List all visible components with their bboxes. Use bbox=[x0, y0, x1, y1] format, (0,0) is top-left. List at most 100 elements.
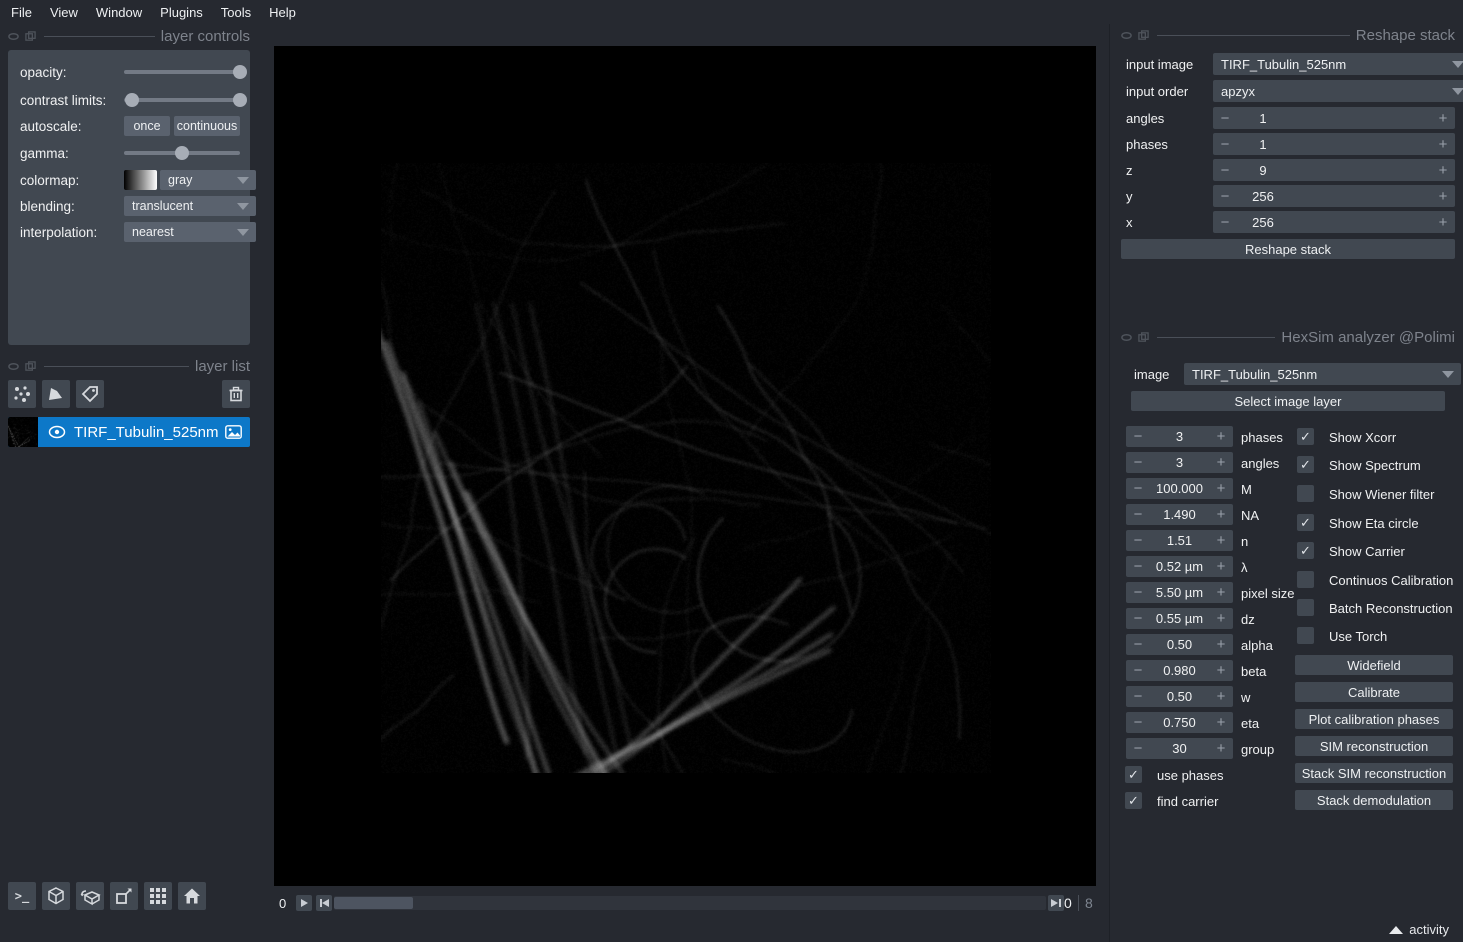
increment-icon[interactable]: + bbox=[1211, 738, 1231, 759]
hexsim-dz-value[interactable]: 0.55 µm bbox=[1146, 608, 1213, 629]
eye-visibility-icon[interactable] bbox=[48, 425, 66, 439]
phases-value[interactable]: 1 bbox=[1233, 133, 1293, 155]
hexsim-eta-spinbox[interactable]: − 0.750 + bbox=[1126, 712, 1233, 733]
increment-icon[interactable]: + bbox=[1211, 608, 1231, 629]
x-value[interactable]: 256 bbox=[1233, 211, 1293, 233]
transpose-dimensions-button[interactable] bbox=[110, 882, 138, 910]
contrast-high-handle[interactable] bbox=[233, 93, 247, 107]
increment-icon[interactable]: + bbox=[1211, 504, 1231, 525]
use-torch-checkbox[interactable] bbox=[1297, 627, 1314, 644]
increment-icon[interactable]: + bbox=[1211, 452, 1231, 473]
increment-icon[interactable]: + bbox=[1211, 712, 1231, 733]
increment-icon[interactable]: + bbox=[1211, 556, 1231, 577]
hexsim-beta-spinbox[interactable]: − 0.980 + bbox=[1126, 660, 1233, 681]
decrement-icon[interactable]: − bbox=[1215, 107, 1235, 129]
hexsim-alpha-value[interactable]: 0.50 bbox=[1146, 634, 1213, 655]
decrement-icon[interactable]: − bbox=[1128, 686, 1148, 707]
contrast-limits-slider[interactable] bbox=[124, 90, 240, 110]
decrement-icon[interactable]: − bbox=[1128, 634, 1148, 655]
new-shapes-layer-button[interactable] bbox=[42, 380, 70, 408]
z-value[interactable]: 9 bbox=[1233, 159, 1293, 181]
hexsim-phases-value[interactable]: 3 bbox=[1146, 426, 1213, 447]
grid-view-button[interactable] bbox=[144, 882, 172, 910]
hide-panel-icon[interactable] bbox=[8, 361, 19, 372]
frame-slider-track[interactable] bbox=[334, 896, 1046, 910]
hexsim-phases-spinbox[interactable]: − 3 + bbox=[1126, 426, 1233, 447]
new-labels-layer-button[interactable] bbox=[76, 380, 104, 408]
stack-demodulation-button[interactable]: Stack demodulation bbox=[1295, 790, 1453, 810]
decrement-icon[interactable]: − bbox=[1215, 159, 1235, 181]
hexsim-group-value[interactable]: 30 bbox=[1146, 738, 1213, 759]
hexsim-alpha-spinbox[interactable]: − 0.50 + bbox=[1126, 634, 1233, 655]
hexsim-angles-value[interactable]: 3 bbox=[1146, 452, 1213, 473]
increment-icon[interactable]: + bbox=[1211, 530, 1231, 551]
hexsim-lambda-spinbox[interactable]: − 0.52 µm + bbox=[1126, 556, 1233, 577]
decrement-icon[interactable]: − bbox=[1128, 426, 1148, 447]
plot-calibration-phases-button[interactable]: Plot calibration phases bbox=[1295, 709, 1453, 729]
decrement-icon[interactable]: − bbox=[1128, 582, 1148, 603]
play-button[interactable] bbox=[296, 895, 312, 911]
show-spectrum-checkbox[interactable]: ✓ bbox=[1297, 456, 1314, 473]
hexsim-image-combobox[interactable]: TIRF_Tubulin_525nm bbox=[1184, 363, 1461, 385]
hide-panel-icon[interactable] bbox=[8, 31, 19, 42]
hide-panel-icon[interactable] bbox=[1121, 30, 1132, 41]
opacity-slider[interactable] bbox=[124, 62, 240, 82]
show-xcorr-checkbox[interactable]: ✓ bbox=[1297, 428, 1314, 445]
input-image-combobox[interactable]: TIRF_Tubulin_525nm bbox=[1213, 53, 1463, 75]
continuos-calibration-checkbox[interactable] bbox=[1297, 571, 1314, 588]
float-panel-icon[interactable] bbox=[25, 31, 36, 42]
use-phases-checkbox[interactable]: ✓ bbox=[1125, 766, 1142, 783]
panel-splitter[interactable] bbox=[1109, 24, 1110, 942]
increment-icon[interactable]: + bbox=[1433, 133, 1453, 155]
float-panel-icon[interactable] bbox=[25, 361, 36, 372]
hexsim-eta-value[interactable]: 0.750 bbox=[1146, 712, 1213, 733]
hexsim-na-value[interactable]: 1.490 bbox=[1146, 504, 1213, 525]
hexsim-dz-spinbox[interactable]: − 0.55 µm + bbox=[1126, 608, 1233, 629]
hexsim-w-value[interactable]: 0.50 bbox=[1146, 686, 1213, 707]
decrement-icon[interactable]: − bbox=[1215, 185, 1235, 207]
increment-icon[interactable]: + bbox=[1433, 107, 1453, 129]
decrement-icon[interactable]: − bbox=[1128, 478, 1148, 499]
sim-reconstruction-button[interactable]: SIM reconstruction bbox=[1295, 736, 1453, 756]
y-spinbox[interactable]: − 256 + bbox=[1213, 185, 1455, 207]
hexsim-na-spinbox[interactable]: − 1.490 + bbox=[1126, 504, 1233, 525]
hexsim-beta-value[interactable]: 0.980 bbox=[1146, 660, 1213, 681]
decrement-icon[interactable]: − bbox=[1128, 738, 1148, 759]
angles-value[interactable]: 1 bbox=[1233, 107, 1293, 129]
roll-dimensions-button[interactable] bbox=[76, 882, 104, 910]
decrement-icon[interactable]: − bbox=[1128, 712, 1148, 733]
gamma-slider-handle[interactable] bbox=[175, 146, 189, 160]
reshape-stack-button[interactable]: Reshape stack bbox=[1121, 239, 1455, 259]
delete-layer-button[interactable] bbox=[222, 380, 250, 408]
hexsim-m-spinbox[interactable]: − 100.000 + bbox=[1126, 478, 1233, 499]
show-carrier-checkbox[interactable]: ✓ bbox=[1297, 542, 1314, 559]
increment-icon[interactable]: + bbox=[1211, 660, 1231, 681]
angles-spinbox[interactable]: − 1 + bbox=[1213, 107, 1455, 129]
decrement-icon[interactable]: − bbox=[1215, 133, 1235, 155]
opacity-slider-track[interactable] bbox=[124, 70, 240, 74]
home-reset-view-button[interactable] bbox=[178, 882, 206, 910]
show-wiener-filter-checkbox[interactable] bbox=[1297, 485, 1314, 502]
hexsim-pixelsize-spinbox[interactable]: − 5.50 µm + bbox=[1126, 582, 1233, 603]
skip-to-end-button[interactable] bbox=[1048, 895, 1064, 911]
hexsim-n-value[interactable]: 1.51 bbox=[1146, 530, 1213, 551]
hexsim-w-spinbox[interactable]: − 0.50 + bbox=[1126, 686, 1233, 707]
decrement-icon[interactable]: − bbox=[1128, 504, 1148, 525]
hexsim-group-spinbox[interactable]: − 30 + bbox=[1126, 738, 1233, 759]
layer-row-tirf-tubulin[interactable]: TIRF_Tubulin_525nm bbox=[8, 417, 250, 447]
float-panel-icon[interactable] bbox=[1138, 30, 1149, 41]
autoscale-continuous-button[interactable]: continuous bbox=[174, 116, 240, 136]
increment-icon[interactable]: + bbox=[1433, 185, 1453, 207]
toggle-ndisplay-button[interactable] bbox=[42, 882, 70, 910]
hexsim-pixelsize-value[interactable]: 5.50 µm bbox=[1146, 582, 1213, 603]
hexsim-n-spinbox[interactable]: − 1.51 + bbox=[1126, 530, 1233, 551]
decrement-icon[interactable]: − bbox=[1215, 211, 1235, 233]
menu-window[interactable]: Window bbox=[87, 5, 151, 20]
find-carrier-checkbox[interactable]: ✓ bbox=[1125, 792, 1142, 809]
menu-view[interactable]: View bbox=[41, 5, 87, 20]
hexsim-lambda-value[interactable]: 0.52 µm bbox=[1146, 556, 1213, 577]
batch-reconstruction-checkbox[interactable] bbox=[1297, 599, 1314, 616]
contrast-low-handle[interactable] bbox=[125, 93, 139, 107]
increment-icon[interactable]: + bbox=[1211, 426, 1231, 447]
hexsim-angles-spinbox[interactable]: − 3 + bbox=[1126, 452, 1233, 473]
